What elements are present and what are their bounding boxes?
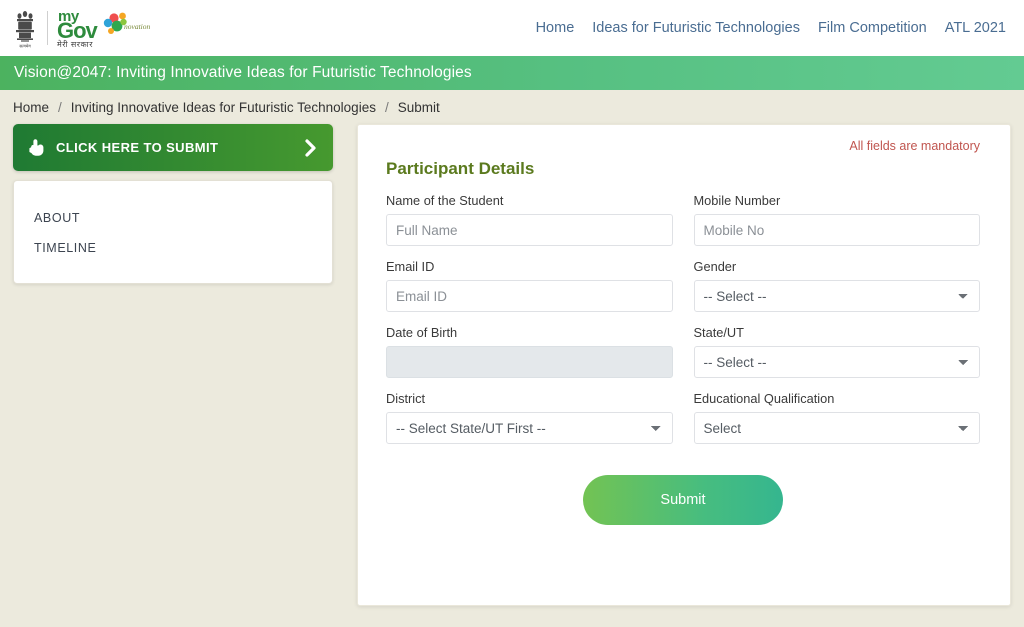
primary-navigation: Home Ideas for Futuristic Technologies F…: [536, 20, 1006, 36]
brand-divider: [47, 11, 48, 45]
label-district: District: [386, 391, 426, 406]
pointing-hand-icon: [29, 138, 44, 156]
label-educational-qualification: Educational Qualification: [693, 391, 835, 406]
mygov-gov-text: Gov: [57, 18, 98, 43]
nav-item-ideas-for-futuristic-technologies[interactable]: Ideas for Futuristic Technologies: [592, 20, 800, 36]
breadcrumb-separator: /: [384, 99, 389, 115]
submit-row: Submit: [386, 475, 980, 525]
label-email-id: Email ID: [386, 259, 435, 274]
breadcrumb: Home / Inviting Innovative Ideas for Fut…: [0, 90, 1024, 124]
form-row-district-qualification: District -- Select State/UT First -- Edu…: [386, 391, 980, 444]
field-mobile-number: Mobile Number: [693, 193, 980, 246]
sidebar-item-about[interactable]: ABOUT: [14, 203, 332, 233]
gender-select[interactable]: -- Select --: [693, 280, 980, 312]
banner-title: Vision@2047: Inviting Innovative Ideas f…: [14, 64, 472, 81]
mandatory-note: All fields are mandatory: [849, 139, 980, 153]
field-district: District -- Select State/UT First --: [386, 391, 673, 444]
field-email-id: Email ID: [386, 259, 673, 312]
cta-label: CLICK HERE TO SUBMIT: [56, 140, 219, 155]
sidebar-item-label: ABOUT: [34, 211, 81, 225]
india-state-emblem-icon: सत्यमेव: [16, 11, 34, 49]
breadcrumb-separator: /: [58, 99, 62, 115]
innovation-logo-icon: novation: [103, 12, 150, 34]
form-row-email-gender: Email ID Gender -- Select --: [386, 259, 980, 312]
field-date-of-birth: Date of Birth: [386, 325, 673, 378]
district-select[interactable]: -- Select State/UT First --: [386, 412, 673, 444]
email-input[interactable]: [386, 280, 673, 312]
field-gender: Gender -- Select --: [693, 259, 980, 312]
nav-item-home[interactable]: Home: [536, 20, 575, 36]
breadcrumb-item-home[interactable]: Home: [13, 100, 49, 115]
brand-logo[interactable]: सत्यमेव my Gov मेरी सरकार novation: [12, 7, 159, 49]
label-state-ut: State/UT: [693, 325, 745, 340]
form-row-dob-state: Date of Birth State/UT -- Select --: [386, 325, 980, 378]
site-header: सत्यमेव my Gov मेरी सरकार novation Home …: [0, 0, 1024, 56]
form-row-name-mobile: Name of the Student Mobile Number: [386, 193, 980, 246]
sidebar-item-timeline[interactable]: TIMELINE: [14, 233, 332, 263]
svg-text:सत्यमेव: सत्यमेव: [19, 44, 31, 49]
label-gender: Gender: [693, 259, 737, 274]
submit-button[interactable]: Submit: [583, 475, 783, 525]
nav-item-film-competition[interactable]: Film Competition: [818, 20, 927, 36]
mobile-input[interactable]: [693, 214, 980, 246]
participant-details-form: All fields are mandatory Participant Det…: [357, 124, 1011, 606]
mygov-hindi-text: मेरी सरकार: [57, 40, 94, 49]
mygov-wordmark: my Gov मेरी सरकार: [57, 7, 98, 49]
name-input[interactable]: [386, 214, 673, 246]
page-banner: Vision@2047: Inviting Innovative Ideas f…: [0, 56, 1024, 90]
svg-text:novation: novation: [124, 22, 150, 31]
sidebar-item-label: TIMELINE: [34, 241, 97, 255]
click-here-to-submit-button[interactable]: CLICK HERE TO SUBMIT: [13, 124, 333, 171]
breadcrumb-item-current: Submit: [397, 99, 440, 115]
educational-qualification-select[interactable]: Select: [693, 412, 980, 444]
label-mobile-number: Mobile Number: [693, 193, 781, 208]
breadcrumb-item-campaign[interactable]: Inviting Innovative Ideas for Futuristic…: [71, 100, 376, 115]
chevron-right-icon: [305, 138, 316, 157]
sidebar: CLICK HERE TO SUBMIT ABOUT TIMELINE: [13, 124, 333, 284]
date-of-birth-input[interactable]: [386, 346, 673, 378]
field-educational-qualification: Educational Qualification Select: [693, 391, 980, 444]
field-name-of-student: Name of the Student: [386, 193, 673, 246]
state-ut-select[interactable]: -- Select --: [693, 346, 980, 378]
nav-item-atl-2021[interactable]: ATL 2021: [945, 20, 1006, 36]
section-title: Participant Details: [386, 159, 535, 178]
field-state-ut: State/UT -- Select --: [693, 325, 980, 378]
label-name-of-student: Name of the Student: [386, 193, 504, 208]
sidebar-menu-card: ABOUT TIMELINE: [13, 180, 333, 284]
label-date-of-birth: Date of Birth: [386, 325, 458, 340]
page-content: CLICK HERE TO SUBMIT ABOUT TIMELINE All …: [0, 124, 1024, 606]
